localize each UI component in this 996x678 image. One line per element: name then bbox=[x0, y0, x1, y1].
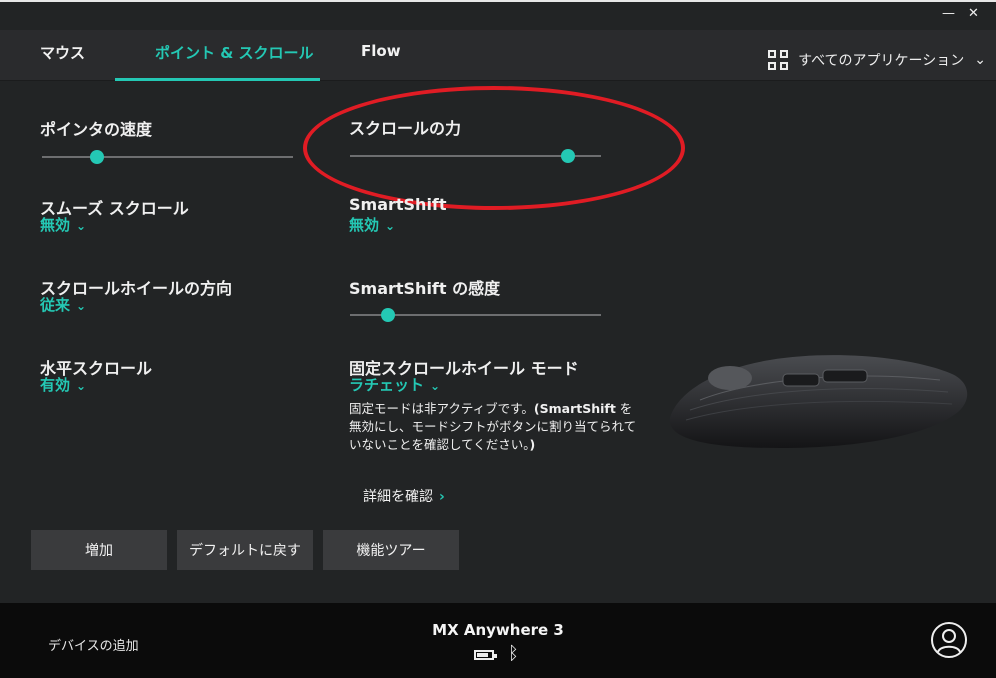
smartshift-sensitivity-label: SmartShift の感度 bbox=[349, 279, 501, 298]
scroll-direction-dropdown[interactable]: 従来 ⌄ bbox=[40, 294, 86, 315]
chevron-down-icon: ⌄ bbox=[76, 379, 87, 393]
chevron-down-icon: ⌄ bbox=[76, 219, 87, 233]
chevron-down-icon: ⌄ bbox=[76, 299, 87, 313]
application-selector[interactable]: すべてのアプリケーション ⌄ bbox=[768, 50, 986, 70]
smooth-scroll-value: 無効 bbox=[40, 216, 71, 234]
chevron-down-icon: ⌄ bbox=[974, 52, 986, 68]
minimize-button[interactable]: — bbox=[942, 6, 955, 22]
note-close-paren: ) bbox=[529, 437, 536, 452]
battery-level bbox=[477, 653, 489, 657]
feature-tour-button[interactable]: 機能ツアー bbox=[323, 530, 459, 570]
learn-more-link[interactable]: 詳細を確認 › bbox=[363, 486, 445, 506]
smartshift-value: 無効 bbox=[349, 216, 380, 234]
chevron-down-icon: ⌄ bbox=[385, 219, 396, 233]
horizontal-scroll-dropdown[interactable]: 有効 ⌄ bbox=[40, 374, 86, 395]
close-button[interactable]: ✕ bbox=[968, 6, 979, 22]
pointer-speed-label: ポインタの速度 bbox=[40, 120, 153, 139]
account-icon[interactable] bbox=[930, 621, 968, 659]
add-button[interactable]: 増加 bbox=[31, 530, 167, 570]
pointer-speed-slider[interactable] bbox=[42, 150, 293, 164]
smartshift-dropdown[interactable]: 無効 ⌄ bbox=[349, 214, 395, 235]
chevron-down-icon: ⌄ bbox=[430, 379, 441, 393]
active-tab-indicator bbox=[115, 78, 320, 81]
slider-thumb[interactable] bbox=[90, 150, 105, 164]
smartshift-label: SmartShift bbox=[349, 195, 447, 214]
top-nav: マウス ポイント & スクロール Flow すべてのアプリケーション ⌄ bbox=[0, 30, 996, 81]
learn-more-label: 詳細を確認 bbox=[363, 489, 433, 505]
fixed-wheel-mode-value: ラチェット bbox=[349, 376, 425, 394]
note-text: 固定モードは非アクティブです。 bbox=[349, 401, 534, 416]
tab-point-scroll[interactable]: ポイント & スクロール bbox=[155, 42, 314, 63]
smooth-scroll-dropdown[interactable]: 無効 ⌄ bbox=[40, 214, 86, 235]
tab-flow[interactable]: Flow bbox=[361, 42, 401, 60]
slider-thumb[interactable] bbox=[380, 308, 395, 322]
note-bold-text: (SmartShift bbox=[533, 401, 616, 416]
grid-icon bbox=[768, 50, 789, 70]
horizontal-scroll-value: 有効 bbox=[40, 376, 71, 394]
footer-bar: デバイスの追加 MX Anywhere 3 ᛒ bbox=[0, 603, 996, 678]
fixed-mode-note: 固定モードは非アクティブです。(SmartShift を無効にし、モードシフトが… bbox=[349, 400, 639, 454]
battery-icon bbox=[474, 650, 497, 660]
title-bar-strip bbox=[0, 0, 996, 2]
chevron-right-icon: › bbox=[439, 489, 445, 505]
fixed-wheel-mode-dropdown[interactable]: ラチェット ⌄ bbox=[349, 374, 440, 395]
smartshift-sensitivity-slider[interactable] bbox=[350, 308, 601, 322]
bluetooth-icon: ᛒ bbox=[508, 643, 519, 664]
slider-track bbox=[42, 156, 293, 158]
mouse-image bbox=[669, 355, 968, 448]
application-selector-label: すべてのアプリケーション bbox=[798, 53, 965, 69]
tab-mouse[interactable]: マウス bbox=[40, 42, 85, 63]
device-name: MX Anywhere 3 bbox=[432, 621, 564, 639]
annotation-ellipse bbox=[303, 86, 685, 210]
restore-defaults-button[interactable]: デフォルトに戻す bbox=[177, 530, 313, 570]
scroll-direction-value: 従来 bbox=[40, 296, 71, 314]
